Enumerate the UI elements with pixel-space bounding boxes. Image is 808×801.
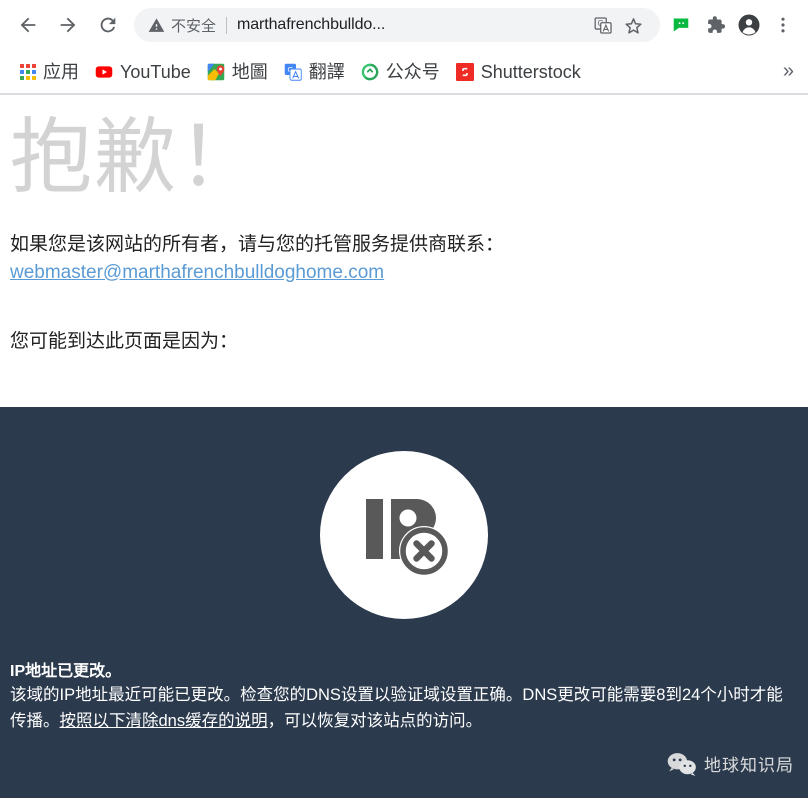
google-maps-icon	[207, 63, 224, 80]
more-menu-icon[interactable]	[766, 8, 800, 42]
owner-contact-text: 如果您是该网站的所有者，请与您的托管服务提供商联系：	[10, 234, 505, 255]
star-icon[interactable]	[618, 10, 648, 40]
error-page-top: 抱歉！ 如果您是该网站的所有者，请与您的托管服务提供商联系： webmaster…	[0, 95, 808, 407]
forward-arrow-icon	[60, 17, 76, 33]
bookmark-maps[interactable]: 地圖	[199, 59, 276, 85]
browser-chrome: 不安全 marthafrenchbulldo... G	[0, 0, 808, 95]
error-body-part-2: ，可以恢复对该站点的访问。	[267, 711, 483, 730]
bookmarks-bar: 应用 YouTube 地圖 G	[0, 50, 808, 94]
shutterstock-icon	[455, 62, 474, 81]
page-title: 抱歉！	[10, 112, 263, 203]
bookmark-label: Shutterstock	[480, 61, 581, 82]
wechat-logo-icon	[667, 752, 696, 776]
omnibox-divider	[226, 16, 228, 34]
bookmark-label: 公众号	[385, 61, 440, 82]
bookmark-translate[interactable]: G 翻譯	[276, 59, 353, 85]
forward-button[interactable]	[48, 5, 88, 45]
translate-icon[interactable]: G	[588, 10, 618, 40]
reload-icon	[100, 17, 116, 33]
bookmark-label: 地圖	[231, 61, 268, 82]
watermark: 地球知识局	[666, 751, 794, 776]
bookmark-label: YouTube	[120, 61, 191, 82]
bookmark-apps[interactable]: 应用	[12, 59, 87, 85]
watermark-label: 地球知识局	[704, 756, 794, 775]
ip-badge-container	[10, 407, 798, 619]
youtube-icon	[95, 65, 113, 78]
bookmark-shutterstock[interactable]: Shutterstock	[448, 59, 589, 85]
back-arrow-icon	[20, 17, 36, 33]
wechat-extension-icon[interactable]	[664, 8, 698, 42]
warning-triangle-icon	[148, 17, 165, 34]
webmaster-email-link[interactable]: webmaster@marthafrenchbulldoghome.com	[10, 262, 384, 284]
profile-avatar-icon[interactable]	[732, 8, 766, 42]
ip-blocked-icon	[320, 451, 488, 619]
browser-toolbar: 不安全 marthafrenchbulldo... G	[0, 0, 808, 50]
dns-cache-instructions-link[interactable]: 按照以下清除dns缓存的说明	[60, 712, 268, 730]
bookmarks-overflow-button[interactable]: »	[777, 60, 800, 83]
reload-button[interactable]	[88, 5, 128, 45]
address-bar[interactable]: 不安全 marthafrenchbulldo... G	[134, 8, 660, 42]
extensions-puzzle-icon[interactable]	[698, 8, 732, 42]
back-button[interactable]	[8, 5, 48, 45]
bookmark-label: 应用	[43, 61, 79, 82]
apps-grid-icon	[20, 63, 36, 80]
error-heading: IP地址已更改。	[10, 663, 122, 680]
bookmark-label: 翻譯	[308, 61, 345, 82]
bookmark-youtube[interactable]: YouTube	[87, 59, 199, 85]
security-status-label: 不安全	[171, 17, 217, 35]
bookmark-wechat-official[interactable]: 公众号	[353, 59, 448, 85]
error-detail-panel: IP地址已更改。 该域的IP地址最近可能已更改。检查您的DNS设置以验证域设置正…	[0, 407, 808, 798]
google-translate-icon: G	[284, 63, 302, 81]
url-text: marthafrenchbulldo...	[237, 16, 386, 33]
reason-intro-text: 您可能到达此页面是因为：	[10, 330, 239, 352]
error-description: 该域的IP地址最近可能已更改。检查您的DNS设置以验证域设置正确。DNS更改可能…	[10, 683, 798, 734]
wechat-official-icon	[361, 63, 379, 80]
